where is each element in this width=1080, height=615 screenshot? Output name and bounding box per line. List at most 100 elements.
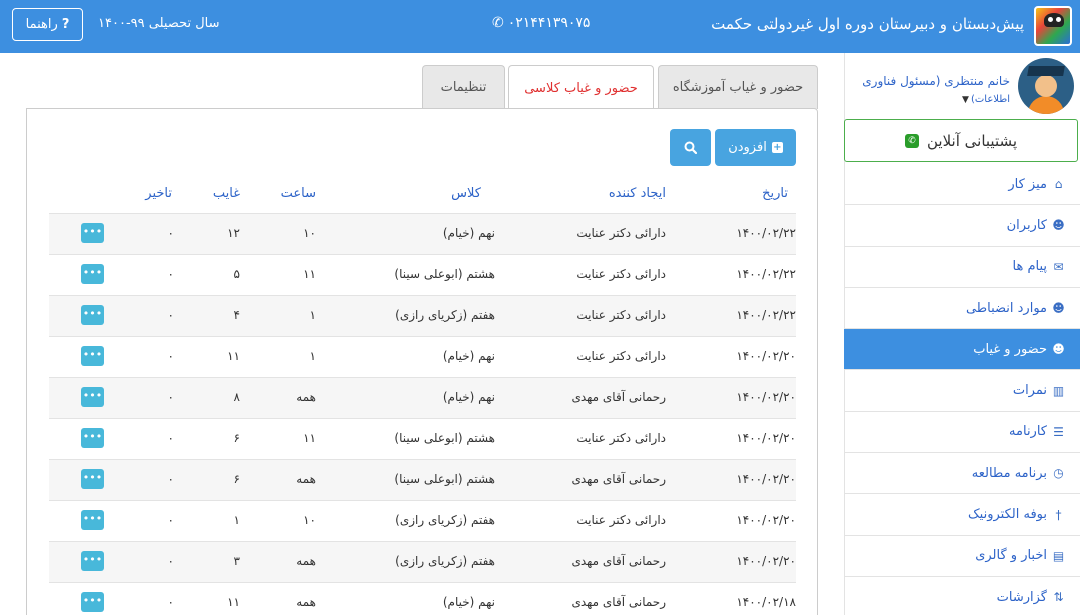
table-row[interactable]: ۱۴۰۰/۰۲/۲۲ دارائی دکتر عنایت هشتم (ابوعلی … [49,254,796,295]
cell-hour: همه [296,390,316,404]
cell-absent: ۴ [233,308,240,322]
user-profile[interactable]: خانم منتظری (مسئول فناوری اطلاعات)▼ [844,53,1080,119]
cell-absent: ۳ [233,554,240,568]
sidebar-item-0[interactable]: ⌂ میز کار [844,164,1080,206]
sidebar-item-10[interactable]: ⇅ گزارشات [844,577,1080,615]
cell-absent: ۱۱ [227,349,240,363]
support-label: پشتیبانی آنلاین [926,131,1018,150]
header-class[interactable]: کلاس [451,186,481,201]
home-icon: ⌂ [1054,177,1063,192]
sidebar-item-label: موارد انضباطی [965,300,1047,316]
ellipsis-icon: ••• [82,307,103,320]
sidebar-item-3[interactable]: ☻ موارد انضباطی [844,288,1080,330]
film-icon: ▤ [1052,548,1065,563]
sidebar-item-6[interactable]: ☰ کارنامه [844,412,1080,454]
clock-icon: ◷ [1053,466,1064,481]
ellipsis-icon: ••• [82,512,103,525]
cell-hour: همه [296,595,316,609]
cutlery-icon: † [1055,507,1062,522]
cell-class: هشتم (ابوعلی سینا) [394,431,495,445]
sidebar-item-8[interactable]: † بوفه الکترونیک [844,494,1080,536]
search-icon [684,141,697,154]
sidebar: خانم منتظری (مسئول فناوری اطلاعات)▼ پشتی… [844,53,1080,615]
cell-class: هشتم (ابوعلی سینا) [394,267,495,281]
cell-class: نهم (خیام) [442,595,495,609]
add-label: افزودن [728,140,767,155]
table-row[interactable]: ۱۴۰۰/۰۲/۲۰ دارائی دکتر عنایت نهم (خیام) ۱ ۱۱… [49,336,796,377]
sidebar-item-label: نمرات [1012,383,1047,399]
sidebar-item-2[interactable]: ✉ پیام ها [844,247,1080,288]
search-button[interactable] [670,129,711,166]
sidebar-item-4[interactable]: ☻ حضور و غیاب [844,329,1080,371]
ellipsis-icon: ••• [82,266,103,279]
cell-late: ۰ [167,226,174,240]
row-options-button[interactable]: ••• [81,305,104,325]
user-role[interactable]: اطلاعات)▼ [962,94,1010,105]
header-late[interactable]: تاخیر [145,186,172,201]
table-row[interactable]: ۱۴۰۰/۰۲/۲۰ دارائی دکتر عنایت هفتم (زکریای … [49,500,796,541]
row-options-button[interactable]: ••• [81,469,104,489]
sidebar-menu: ⌂ میز کار ☻ کاربران ✉ پیام ها ☻ موارد انضباطی ☻ ح… [844,164,1080,615]
row-options-button[interactable]: ••• [81,510,104,530]
ellipsis-icon: ••• [82,553,103,566]
header-hour[interactable]: ساعت [281,186,316,201]
cell-hour: ۱ [309,349,316,363]
top-bar: پیش‌دبستان و دبیرستان دوره اول غیردولتی … [0,0,1080,53]
sidebar-item-label: بوفه الکترونیک [968,507,1047,523]
tab-school-attendance[interactable]: حضور و غیاب آموزشگاه [658,65,818,109]
ellipsis-icon: ••• [82,389,103,402]
header-absent[interactable]: غایب [213,186,240,201]
row-options-button[interactable]: ••• [81,592,104,612]
cell-hour: ۱ [309,308,316,322]
academic-year: سال تحصیلی ۹۹-۱۴۰۰ [98,16,220,31]
tab-bar: حضور و غیاب آموزشگاه حضور و غیاب کلاسی ت… [422,65,818,110]
row-options-button[interactable]: ••• [81,551,104,571]
cell-date: ۱۴۰۰/۰۲/۲۰ [736,472,796,486]
sidebar-item-9[interactable]: ▤ اخبار و گالری [844,536,1080,577]
cell-late: ۰ [167,472,174,486]
cell-late: ۰ [167,308,174,322]
cell-absent: ۱ [233,513,240,527]
table-row[interactable]: ۱۴۰۰/۰۲/۲۰ رحمانی آقای مهدی هشتم (ابوعلی س… [49,459,796,500]
ellipsis-icon: ••• [82,471,103,484]
header-date[interactable]: تاریخ [762,186,788,201]
cell-late: ۰ [167,390,174,404]
sidebar-item-label: پیام ها [1012,259,1048,275]
help-button[interactable]: ? راهنما [12,8,83,41]
sidebar-item-5[interactable]: ▥ نمرات [844,370,1080,412]
avatar [1018,58,1074,114]
table-row[interactable]: ۱۴۰۰/۰۲/۲۰ دارائی دکتر عنایت هشتم (ابوعلی … [49,418,796,459]
row-options-button[interactable]: ••• [81,264,104,284]
user-name[interactable]: خانم منتظری (مسئول فناوری [862,74,1010,88]
cell-date: ۱۴۰۰/۰۲/۱۸ [736,595,796,609]
whatsapp-icon: ✆ [904,133,919,148]
sidebar-item-7[interactable]: ◷ برنامه مطالعه [844,453,1080,495]
cell-creator: دارائی دکتر عنایت [576,267,666,281]
cell-class: نهم (خیام) [442,226,495,240]
table-row[interactable]: ۱۴۰۰/۰۲/۲۲ دارائی دکتر عنایت هفتم (زکریای … [49,295,796,336]
school-title: پیش‌دبستان و دبیرستان دوره اول غیردولتی … [711,15,1024,33]
add-button[interactable]: + افزودن [715,129,796,166]
table-row[interactable]: ۱۴۰۰/۰۲/۲۰ رحمانی آقای مهدی نهم (خیام) همه ۸… [49,377,796,418]
cell-date: ۱۴۰۰/۰۲/۲۲ [736,308,796,322]
sidebar-item-1[interactable]: ☻ کاربران [844,205,1080,247]
sidebar-item-label: کاربران [1006,217,1047,233]
header-creator[interactable]: ایجاد کننده [609,186,666,201]
table-row[interactable]: ۱۴۰۰/۰۲/۲۲ دارائی دکتر عنایت نهم (خیام) ۱۰ ۱… [49,213,796,254]
row-options-button[interactable]: ••• [81,223,104,243]
tab-class-attendance[interactable]: حضور و غیاب کلاسی [508,65,654,110]
tab-settings[interactable]: تنظیمات [422,65,505,109]
row-options-button[interactable]: ••• [81,346,104,366]
sidebar-item-label: اخبار و گالری [975,548,1047,564]
cell-class: نهم (خیام) [442,349,495,363]
cell-hour: ۱۱ [303,431,316,445]
table-row[interactable]: ۱۴۰۰/۰۲/۱۸ رحمانی آقای مهدی نهم (خیام) همه ۱… [49,582,796,615]
table-row[interactable]: ۱۴۰۰/۰۲/۲۰ رحمانی آقای مهدی هفتم (زکریای ر… [49,541,796,582]
row-options-button[interactable]: ••• [81,428,104,448]
cell-absent: ۶ [233,431,240,445]
cell-date: ۱۴۰۰/۰۲/۲۰ [736,431,796,445]
row-options-button[interactable]: ••• [81,387,104,407]
cell-date: ۱۴۰۰/۰۲/۲۲ [736,226,796,240]
online-support-button[interactable]: پشتیبانی آنلاین ✆ [844,119,1078,162]
cell-creator: رحمانی آقای مهدی [571,554,666,568]
